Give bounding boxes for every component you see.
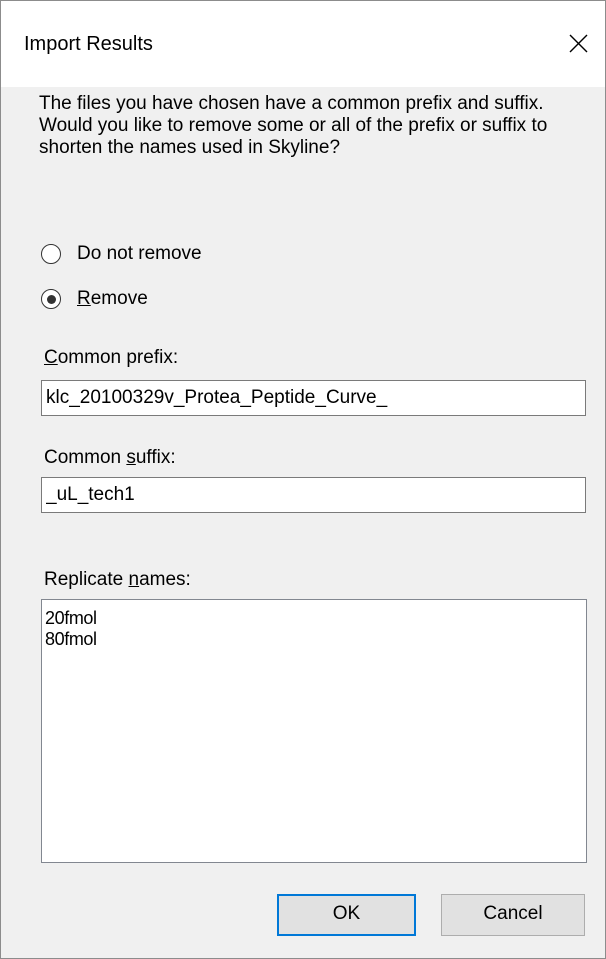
replicate-names-label: Replicate names: [44,568,191,592]
prefix-label-rest: ommon prefix: [57,347,179,368]
list-item[interactable]: 80fmol [42,629,586,650]
remove-mnemonic: R [77,288,91,309]
radio-unchecked-icon [41,244,61,264]
common-suffix-input[interactable] [41,477,586,513]
dialog-title: Import Results [24,33,153,55]
common-suffix-label: Common suffix: [44,446,176,470]
cancel-button[interactable]: Cancel [441,894,585,936]
suffix-label-after: uffix: [135,447,176,468]
import-results-dialog: Import Results The files you have chosen… [0,0,606,959]
prefix-mnemonic: C [44,347,58,368]
close-icon [569,34,588,53]
message-line-1: The files you have chosen have a common … [39,93,544,114]
radio-dot [47,295,56,304]
dialog-message: The files you have chosen have a common … [39,93,579,159]
replicate-names-list[interactable]: 20fmol 80fmol [41,599,587,863]
replicate-label-after: ames: [139,569,191,590]
list-item[interactable]: 20fmol [42,608,586,629]
remove-label: Remove [77,287,148,311]
suffix-label-before: Common [44,447,127,468]
replicate-label-before: Replicate [44,569,129,590]
common-prefix-label: Common prefix: [44,346,178,370]
remove-label-rest: emove [90,288,148,309]
title-bar: Import Results [1,1,605,87]
close-button[interactable] [553,19,603,67]
radio-checked-icon [41,289,61,309]
suffix-mnemonic: s [126,447,136,468]
ok-button[interactable]: OK [277,894,416,936]
do-not-remove-label: Do not remove [77,243,202,264]
common-prefix-input[interactable] [41,380,586,416]
replicate-mnemonic: n [128,569,140,590]
message-line-2: Would you like to remove some or all of … [39,115,548,158]
